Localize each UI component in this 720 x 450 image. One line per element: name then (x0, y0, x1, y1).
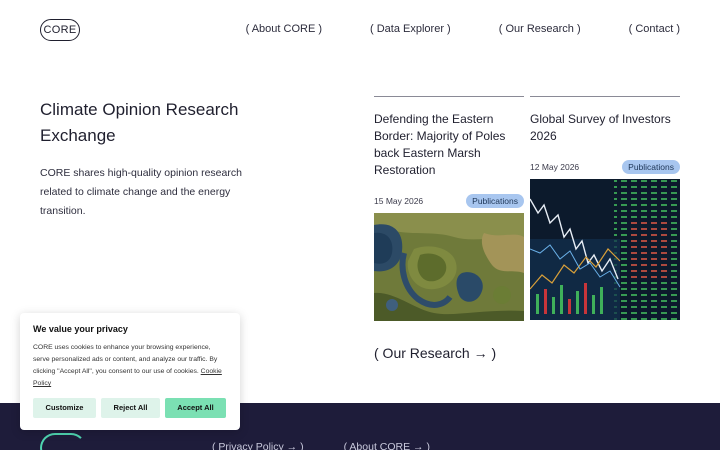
cookie-buttons: Customize Reject All Accept All (33, 398, 227, 418)
card-meta: 12 May 2026 Publications (530, 160, 680, 174)
hero-description: CORE shares high-quality opinion researc… (40, 167, 242, 217)
footer-links: ( Privacy Policy → ) ( About CORE → ) (212, 441, 430, 450)
publications-badge[interactable]: Publications (466, 194, 524, 208)
footer-about-core-link[interactable]: ( About CORE → ) (344, 441, 430, 450)
card-date: 12 May 2026 (530, 162, 580, 172)
card-title[interactable]: Global Survey of Investors 2026 (530, 111, 680, 145)
card-date: 15 May 2026 (374, 196, 424, 206)
nav-about-core[interactable]: ( About CORE ) (246, 23, 322, 35)
footer-logo-icon[interactable] (40, 433, 86, 450)
stock-chart-image[interactable] (530, 179, 680, 320)
nav-contact[interactable]: ( Contact ) (629, 23, 680, 35)
aerial-marsh-photo (374, 213, 524, 321)
nav-data-explorer[interactable]: ( Data Explorer ) (370, 23, 451, 35)
publications-badge[interactable]: Publications (622, 160, 680, 174)
card-meta: 15 May 2026 Publications (374, 194, 524, 208)
our-research-link[interactable]: ( Our Research → ) (374, 345, 496, 361)
main-nav: ( About CORE ) ( Data Explorer ) ( Our R… (246, 23, 680, 35)
reject-all-button[interactable]: Reject All (101, 398, 160, 418)
customize-button[interactable]: Customize (33, 398, 96, 418)
cookie-text: CORE uses cookies to enhance your browsi… (33, 342, 227, 390)
article-card-marsh[interactable]: Defending the Eastern Border: Majority o… (374, 96, 524, 321)
footer-privacy-policy-link[interactable]: ( Privacy Policy → ) (212, 441, 304, 450)
core-logo[interactable]: CORE (40, 19, 80, 41)
cookie-title: We value your privacy (33, 324, 128, 334)
hero-title: Climate Opinion Research Exchange (40, 100, 239, 145)
cookie-consent-banner: We value your privacy CORE uses cookies … (20, 313, 240, 430)
cookie-body-text: CORE uses cookies to enhance your browsi… (33, 344, 218, 375)
article-card-investors[interactable]: Global Survey of Investors 2026 12 May 2… (530, 96, 680, 320)
aerial-marsh-image[interactable] (374, 213, 524, 321)
accept-all-button[interactable]: Accept All (165, 398, 226, 418)
card-title[interactable]: Defending the Eastern Border: Majority o… (374, 111, 524, 179)
nav-our-research[interactable]: ( Our Research ) (499, 23, 581, 35)
stock-chart-photo (530, 179, 680, 320)
